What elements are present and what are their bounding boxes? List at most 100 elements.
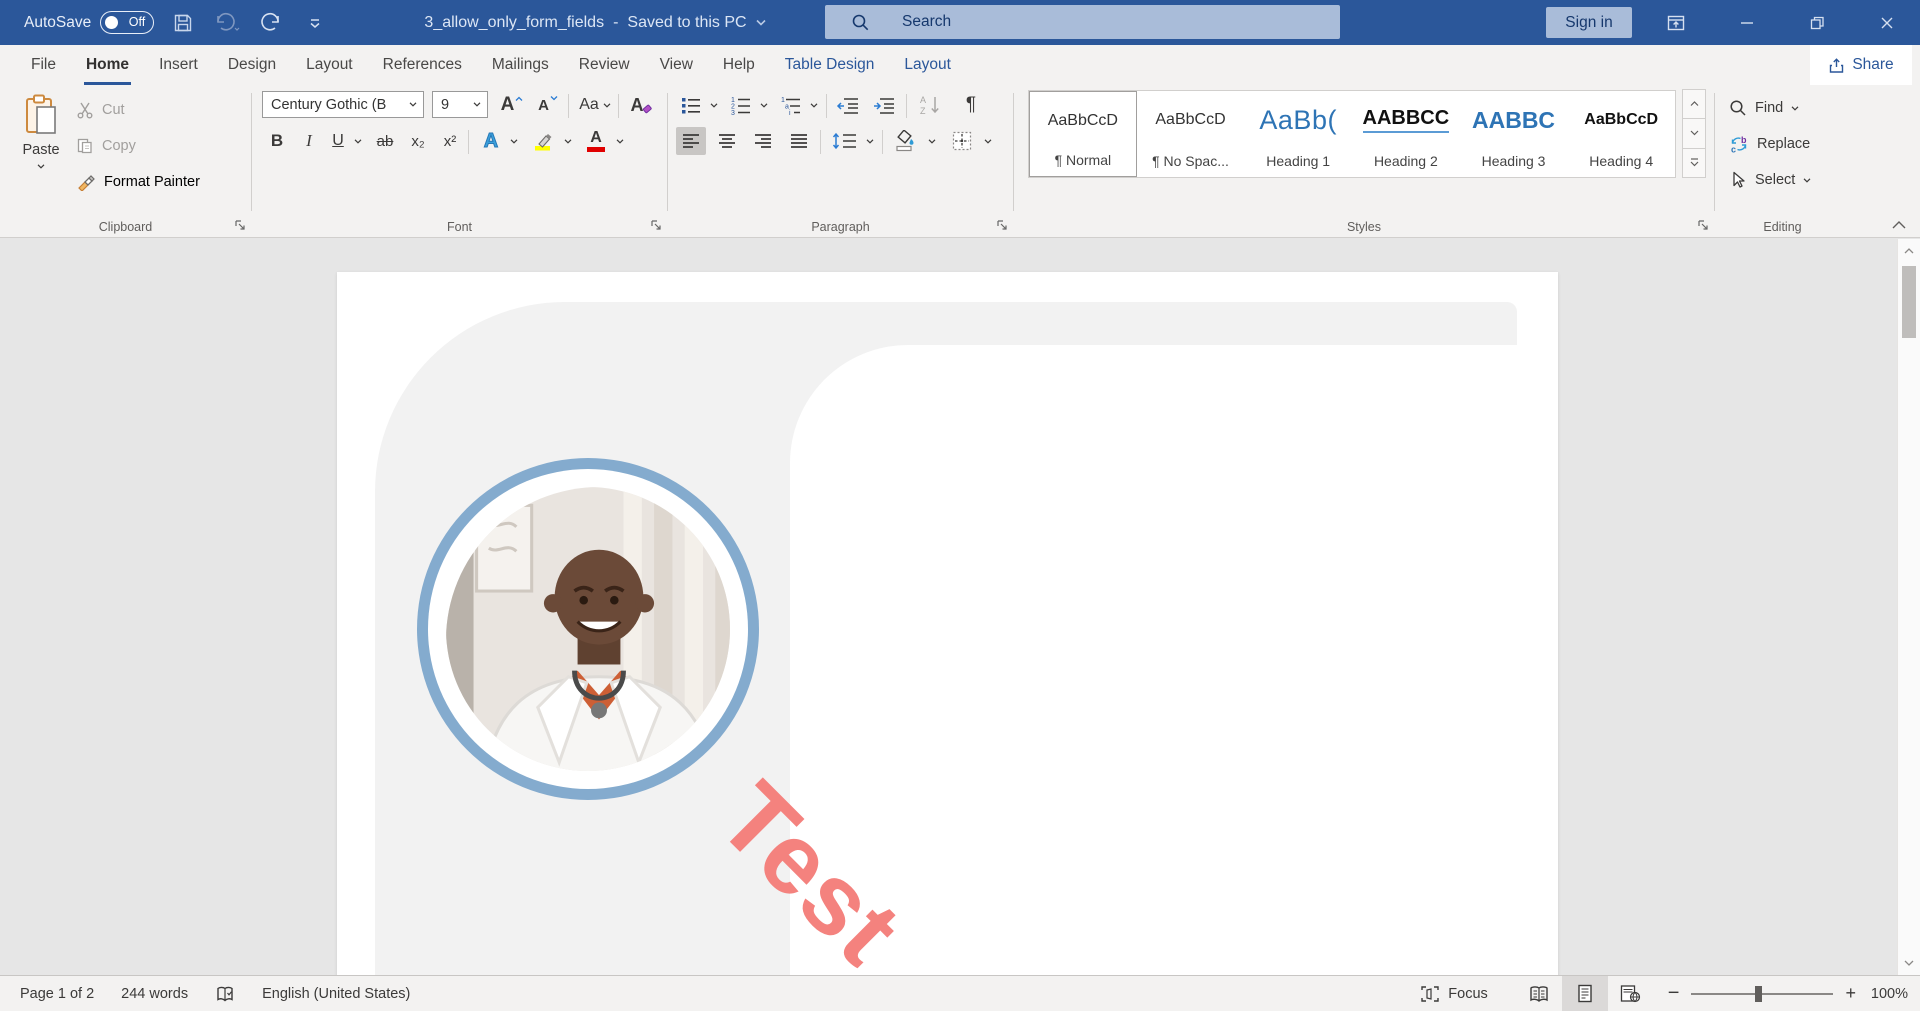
borders-button[interactable] <box>946 127 978 155</box>
ribbon-display-options-button[interactable] <box>1653 0 1699 45</box>
font-name-combo[interactable]: Century Gothic (B <box>262 91 424 118</box>
scrollbar-thumb[interactable] <box>1902 266 1916 338</box>
font-dialog-launcher[interactable] <box>650 219 662 231</box>
style-no-spacing[interactable]: AaBbCcD ¶ No Spac... <box>1137 91 1245 177</box>
highlight-dropdown[interactable] <box>560 127 576 155</box>
bullets-dropdown[interactable] <box>706 91 722 119</box>
page-indicator[interactable]: Page 1 of 2 <box>20 986 94 1002</box>
font-color-dropdown[interactable] <box>612 127 628 155</box>
read-mode-button[interactable] <box>1516 976 1562 1011</box>
save-button[interactable] <box>168 8 198 38</box>
subscript-button[interactable]: x₂ <box>404 127 432 155</box>
undo-button[interactable] <box>212 8 242 38</box>
align-right-button[interactable] <box>748 127 778 155</box>
restore-button[interactable] <box>1794 0 1840 45</box>
close-button[interactable] <box>1864 0 1910 45</box>
superscript-button[interactable]: x² <box>436 127 464 155</box>
language-indicator[interactable]: English (United States) <box>262 986 410 1002</box>
paragraph-dialog-launcher[interactable] <box>996 219 1008 231</box>
font-size-combo[interactable]: 9 <box>432 91 488 118</box>
numbering-button[interactable]: 123 <box>726 91 756 119</box>
highlight-button[interactable] <box>528 127 558 155</box>
change-case-button[interactable]: Aa <box>574 91 616 119</box>
autosave-control[interactable]: AutoSave Off <box>24 11 154 34</box>
sign-in-button[interactable]: Sign in <box>1546 7 1632 38</box>
tab-design[interactable]: Design <box>213 45 291 85</box>
web-layout-button[interactable] <box>1608 976 1654 1011</box>
numbering-dropdown[interactable] <box>756 91 772 119</box>
clipboard-dialog-launcher[interactable] <box>234 219 246 231</box>
zoom-out-button[interactable]: − <box>1668 982 1680 1005</box>
copy-button[interactable]: Copy <box>76 131 136 161</box>
tab-home[interactable]: Home <box>71 45 144 85</box>
proofing-status-button[interactable] <box>215 985 235 1003</box>
borders-dropdown[interactable] <box>980 127 996 155</box>
share-button[interactable]: Share <box>1810 45 1912 85</box>
line-spacing-dropdown[interactable] <box>862 127 878 155</box>
style-normal[interactable]: AaBbCcD ¶ Normal <box>1029 91 1137 177</box>
tab-table-design[interactable]: Table Design <box>770 45 890 85</box>
tab-mailings[interactable]: Mailings <box>477 45 564 85</box>
styles-more-button[interactable] <box>1682 148 1706 178</box>
tab-review[interactable]: Review <box>564 45 645 85</box>
zoom-in-button[interactable]: + <box>1845 983 1856 1004</box>
document-page[interactable]: Test <box>337 272 1558 975</box>
find-button[interactable]: Find <box>1729 93 1799 123</box>
scroll-down-button[interactable] <box>1898 951 1920 975</box>
zoom-slider[interactable] <box>1691 993 1833 995</box>
tab-references[interactable]: References <box>368 45 477 85</box>
print-layout-button[interactable] <box>1562 976 1608 1011</box>
tab-layout[interactable]: Layout <box>291 45 368 85</box>
search-input[interactable]: Search <box>825 5 1340 39</box>
zoom-slider-thumb[interactable] <box>1755 986 1762 1002</box>
style-heading-2[interactable]: AABBCC Heading 2 <box>1352 91 1460 177</box>
collapse-ribbon-button[interactable] <box>1892 221 1906 229</box>
bullets-button[interactable] <box>676 91 706 119</box>
word-count[interactable]: 244 words <box>121 986 188 1002</box>
format-painter-button[interactable]: Format Painter <box>76 167 200 197</box>
align-left-button[interactable] <box>676 127 706 155</box>
justify-button[interactable] <box>784 127 814 155</box>
styles-scroll-up-button[interactable] <box>1682 89 1706 119</box>
vertical-scrollbar[interactable] <box>1897 239 1920 975</box>
increase-indent-button[interactable] <box>868 91 900 119</box>
minimize-button[interactable] <box>1724 0 1770 45</box>
style-heading-1[interactable]: AaBb( Heading 1 <box>1244 91 1352 177</box>
autosave-toggle[interactable]: Off <box>100 11 154 34</box>
sort-button[interactable]: AZ <box>914 91 948 119</box>
style-heading-4[interactable]: AaBbCcD Heading 4 <box>1567 91 1675 177</box>
redo-button[interactable] <box>256 8 286 38</box>
styles-scroll-down-button[interactable] <box>1682 118 1706 148</box>
tab-view[interactable]: View <box>645 45 708 85</box>
styles-dialog-launcher[interactable] <box>1697 219 1709 231</box>
replace-button[interactable]: bc Replace <box>1729 129 1810 159</box>
line-spacing-button[interactable] <box>828 127 862 155</box>
zoom-level[interactable]: 100% <box>1856 986 1908 1002</box>
tab-insert[interactable]: Insert <box>144 45 213 85</box>
underline-dropdown[interactable] <box>350 127 366 155</box>
text-effects-dropdown[interactable] <box>506 127 522 155</box>
paste-button[interactable]: Paste <box>12 90 70 190</box>
font-color-button[interactable]: A <box>582 127 610 155</box>
text-effects-button[interactable]: A <box>476 127 506 155</box>
grow-font-button[interactable]: A <box>496 91 528 119</box>
title-dropdown-chevron-icon[interactable] <box>756 19 766 26</box>
shading-dropdown[interactable] <box>924 127 940 155</box>
strikethrough-button[interactable]: ab <box>370 127 400 155</box>
align-center-button[interactable] <box>712 127 742 155</box>
tab-file[interactable]: File <box>16 45 71 85</box>
bold-button[interactable]: B <box>264 127 290 155</box>
select-button[interactable]: Select <box>1729 165 1811 195</box>
show-hide-pilcrow-button[interactable]: ¶ <box>956 91 986 119</box>
italic-button[interactable]: I <box>296 127 322 155</box>
tab-help[interactable]: Help <box>708 45 770 85</box>
tab-table-layout[interactable]: Layout <box>889 45 966 85</box>
shading-button[interactable] <box>890 127 922 155</box>
multilevel-dropdown[interactable] <box>806 91 822 119</box>
decrease-indent-button[interactable] <box>832 91 864 119</box>
underline-button[interactable]: U <box>326 127 350 155</box>
style-heading-3[interactable]: AABBC Heading 3 <box>1460 91 1568 177</box>
focus-mode-button[interactable]: Focus <box>1420 985 1488 1003</box>
quick-access-customize-button[interactable] <box>300 8 330 38</box>
multilevel-list-button[interactable]: 1ai <box>776 91 806 119</box>
